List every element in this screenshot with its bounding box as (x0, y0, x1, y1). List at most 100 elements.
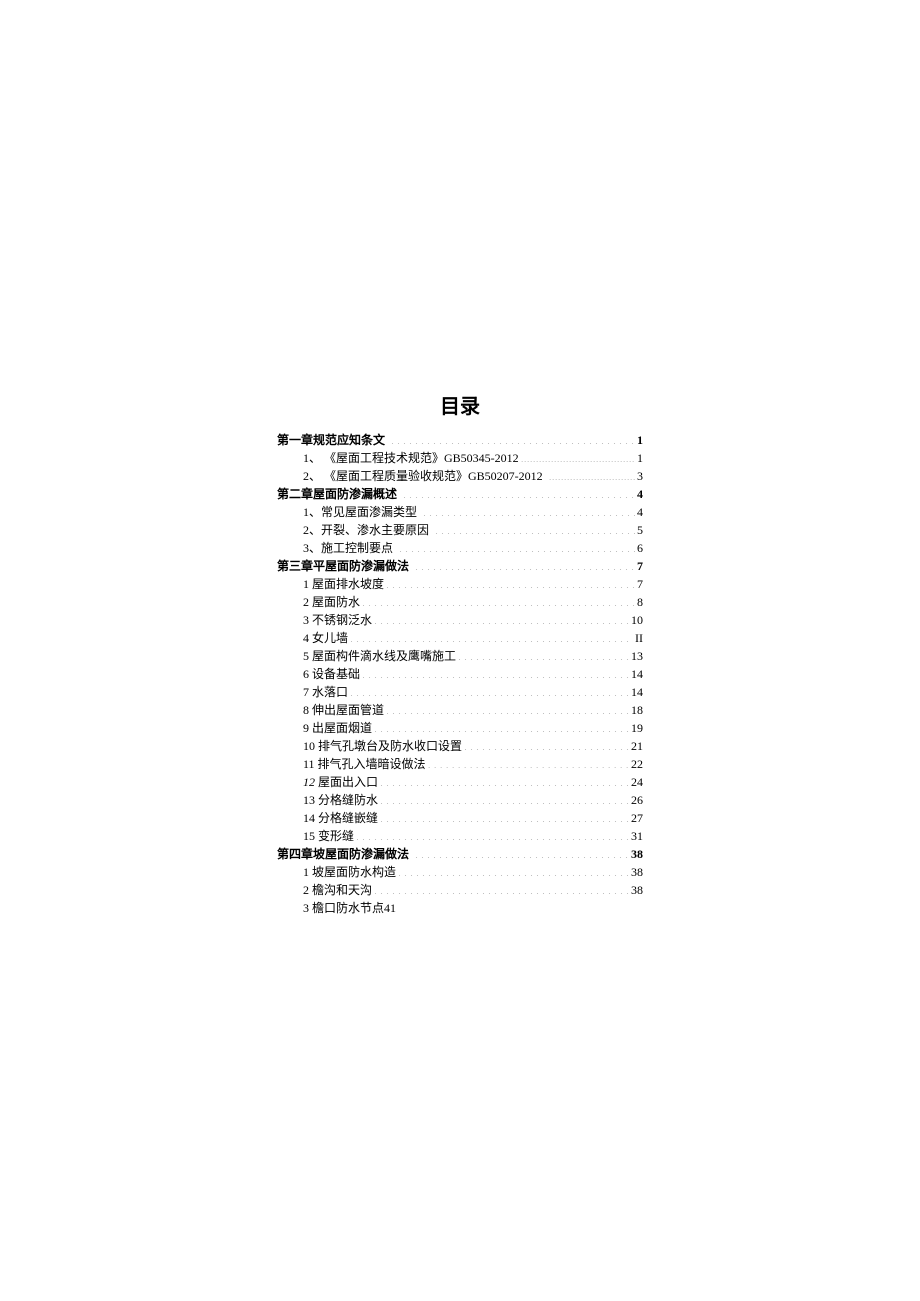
toc-entry: 12 屋面出入口 24 (277, 773, 643, 791)
toc-entry: 1 屋面排水坡度 7 (277, 575, 643, 593)
toc-page-number: 38 (631, 863, 643, 881)
toc-entry-label: 3、施工控制要点 (303, 539, 393, 557)
toc-entry-label: 1 坡屋面防水构造 (303, 863, 396, 881)
toc-leader (380, 792, 629, 804)
toc-entry: 1、 《屋面工程技术规范》GB50345-20121 (277, 449, 643, 467)
toc-page-number: 19 (631, 719, 643, 737)
toc-page-number: 6 (637, 539, 643, 557)
toc-entry: 1 坡屋面防水构造 38 (277, 863, 643, 881)
toc-entry-label: 9 出屋面烟道 (303, 719, 372, 737)
toc-entry: 1、常见屋面渗漏类型 4 (277, 503, 643, 521)
toc-entry: 9 出屋面烟道 19 (277, 719, 643, 737)
toc-leader (374, 882, 629, 894)
toc-page-number: 38 (631, 881, 643, 899)
toc-entry-label: 4 女儿墙 (303, 629, 348, 647)
toc-leader (386, 702, 629, 714)
toc-page-number: 10 (631, 611, 643, 629)
toc-entry-label: 第三章平屋面防渗漏做法 (277, 557, 409, 575)
toc-page-number: II (635, 629, 643, 647)
toc-entry-label: 第一章规范应知条文 (277, 431, 385, 449)
toc-entry: 13 分格缝防水 26 (277, 791, 643, 809)
toc-entry-label: 3 不锈钢泛水 (303, 611, 372, 629)
toc-entry-label: 第四章坡屋面防渗漏做法 (277, 845, 409, 863)
toc-entry-label: 2、开裂、渗水主要原因 (303, 521, 429, 539)
toc-entry-label: 6 设备基础 (303, 665, 360, 683)
toc-leader (380, 810, 629, 822)
toc-page-number: 7 (637, 575, 643, 593)
toc-entry: 8 伸出屋面管道 18 (277, 701, 643, 719)
toc-entry-label: 5 屋面构件滴水线及鹰嘴施工 (303, 647, 456, 665)
toc-page-number: 38 (631, 845, 643, 863)
toc-entry: 第二章屋面防渗漏概述 4 (277, 485, 643, 503)
toc-page-number: 7 (637, 557, 643, 575)
toc-entry: 第一章规范应知条文 1 (277, 431, 643, 449)
toc-entry-label: 第二章屋面防渗漏概述 (277, 485, 397, 503)
toc-entry-label: 2 檐沟和天沟 (303, 881, 372, 899)
toc-entry-label: 1 屋面排水坡度 (303, 575, 384, 593)
toc-entry-label: 14 分格缝嵌缝 (303, 809, 378, 827)
toc-page-number: 24 (631, 773, 643, 791)
toc-page-number: 26 (631, 791, 643, 809)
toc-entry-label: 2、 《屋面工程质量验收规范》GB50207-2012 (303, 467, 543, 485)
toc-entry-label: 3 檐口防水节点41 (303, 899, 643, 917)
toc-leader (458, 648, 629, 660)
toc-page-number: 27 (631, 809, 643, 827)
toc-leader (435, 522, 635, 534)
toc-entry-label: 13 分格缝防水 (303, 791, 378, 809)
toc-leader (374, 720, 629, 732)
toc-leader (415, 846, 629, 858)
toc-entry: 6 设备基础 14 (277, 665, 643, 683)
toc-page-number: 1 (637, 449, 643, 467)
toc-leader (350, 684, 629, 696)
toc-entry: 2、 《屋面工程质量验收规范》GB50207-2012 3 (277, 467, 643, 485)
toc-entry: 11 排气孔入墙暗设做法 22 (277, 755, 643, 773)
toc-entry-label: 15 变形缝 (303, 827, 354, 845)
toc-leader (415, 558, 635, 570)
toc-leader (374, 612, 629, 624)
toc-page-number: 4 (637, 485, 643, 503)
toc-entry: 第四章坡屋面防渗漏做法 38 (277, 845, 643, 863)
toc-entry: 4 女儿墙 II (277, 629, 643, 647)
toc-leader (398, 864, 629, 876)
toc-leader (386, 576, 635, 588)
toc-entry: 7 水落口 14 (277, 683, 643, 701)
toc-entry: 14 分格缝嵌缝 27 (277, 809, 643, 827)
toc-leader (350, 630, 633, 642)
toc-page-number: 21 (631, 737, 643, 755)
document-page: 目录 第一章规范应知条文11、 《屋面工程技术规范》GB50345-201212… (0, 0, 920, 917)
toc-entry-label: 8 伸出屋面管道 (303, 701, 384, 719)
toc-page-number: 1 (637, 431, 643, 449)
toc-leader (362, 666, 629, 678)
toc-page-number: 14 (631, 665, 643, 683)
toc-entry-label: 2 屋面防水 (303, 593, 360, 611)
toc-entry: 2、开裂、渗水主要原因 5 (277, 521, 643, 539)
toc-title: 目录 (277, 390, 643, 419)
toc-leader (380, 774, 629, 786)
toc-leader (549, 468, 635, 480)
toc-entry-label: 11 排气孔入墙暗设做法 (303, 755, 426, 773)
toc-entry-label: 1、常见屋面渗漏类型 (303, 503, 417, 521)
toc-leader (464, 738, 629, 750)
toc-page-number: 22 (631, 755, 643, 773)
toc-entry: 3 檐口防水节点41 (277, 899, 643, 917)
toc-leader (521, 450, 635, 462)
toc-leader (391, 432, 635, 444)
toc-page-number: 13 (631, 647, 643, 665)
toc-page-number: 14 (631, 683, 643, 701)
toc-entry-label: 10 排气孔墩台及防水收口设置 (303, 737, 462, 755)
toc-page-number: 8 (637, 593, 643, 611)
toc-page-number: 31 (631, 827, 643, 845)
toc-page-number: 4 (637, 503, 643, 521)
toc-entry: 15 变形缝 31 (277, 827, 643, 845)
toc-entry: 10 排气孔墩台及防水收口设置 21 (277, 737, 643, 755)
toc-entry-label: 12 屋面出入口 (303, 773, 378, 791)
toc-leader (423, 504, 635, 516)
toc-leader (403, 486, 635, 498)
toc-entry: 5 屋面构件滴水线及鹰嘴施工 13 (277, 647, 643, 665)
toc-leader (362, 594, 635, 606)
toc-entry-label: 7 水落口 (303, 683, 348, 701)
toc-page-number: 3 (637, 467, 643, 485)
toc-leader (356, 828, 629, 840)
toc-page-number: 5 (637, 521, 643, 539)
toc-page-number: 18 (631, 701, 643, 719)
